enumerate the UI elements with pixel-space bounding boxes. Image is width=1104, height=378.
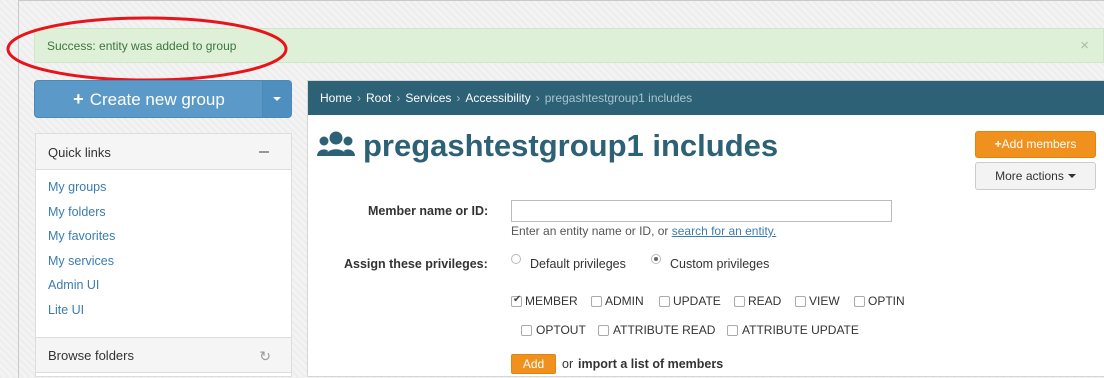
attribute-update-checkbox[interactable] — [727, 325, 738, 336]
quick-links-heading: Quick links — [36, 134, 291, 170]
assign-privileges-label: Assign these privileges: — [344, 257, 488, 271]
quick-link-my-groups[interactable]: My groups — [48, 180, 291, 205]
plus-icon: + — [994, 137, 1002, 151]
help-text: Enter an entity name or ID, or — [511, 224, 672, 238]
quick-link-admin-ui[interactable]: Admin UI — [48, 278, 291, 303]
browse-folders-heading: Browse folders ↻ — [36, 337, 291, 373]
add-members-button[interactable]: +Add members — [975, 131, 1096, 158]
create-group-dropdown-toggle[interactable] — [262, 81, 291, 117]
plus-icon: + — [73, 89, 84, 109]
browse-folders-title: Browse folders — [48, 348, 134, 363]
more-actions-label: More actions — [995, 169, 1064, 183]
create-group-label: Create new group — [89, 90, 225, 109]
collapse-icon[interactable] — [259, 151, 269, 153]
quick-link-my-services[interactable]: My services — [48, 254, 291, 279]
quick-link-lite-ui[interactable]: Lite UI — [48, 303, 291, 328]
users-icon — [317, 131, 355, 156]
search-entity-link[interactable]: search for an entity. — [672, 224, 777, 238]
update-checkbox[interactable] — [659, 296, 670, 307]
period-text: . — [713, 357, 717, 371]
update-checkbox-label[interactable]: UPDATE — [673, 294, 721, 308]
read-checkbox[interactable] — [734, 296, 745, 307]
breadcrumb-accessibility[interactable]: Accessibility — [465, 91, 530, 105]
default-privileges-label[interactable]: Default privileges — [530, 257, 626, 271]
quick-link-my-favorites[interactable]: My favorites — [48, 229, 291, 254]
member-name-label: Member name or ID: — [368, 204, 489, 218]
page-title-text: pregashtestgroup1 includes — [363, 128, 779, 163]
sidebar-panel: Quick links My groups My folders My favo… — [35, 133, 292, 377]
quick-link-my-folders[interactable]: My folders — [48, 205, 291, 230]
optin-checkbox[interactable] — [854, 296, 865, 307]
optout-checkbox-label[interactable]: OPTOUT — [536, 323, 586, 337]
caret-down-icon — [1067, 174, 1076, 178]
attribute-read-checkbox-label[interactable]: ATTRIBUTE READ — [613, 323, 715, 337]
attribute-read-checkbox[interactable] — [598, 325, 609, 336]
add-button[interactable]: Add — [511, 354, 556, 374]
breadcrumb-services[interactable]: Services — [405, 91, 451, 105]
custom-privileges-label[interactable]: Custom privileges — [670, 257, 769, 271]
optout-checkbox[interactable] — [521, 325, 532, 336]
admin-checkbox-label[interactable]: ADMIN — [605, 294, 644, 308]
view-checkbox[interactable] — [795, 296, 806, 307]
breadcrumb-separator: › — [535, 91, 540, 105]
breadcrumb: Home › Root › Services › Accessibility › pregash… — [308, 81, 1104, 115]
breadcrumb-separator: › — [357, 91, 362, 105]
breadcrumb-current: pregashtestgroup1 includes — [544, 91, 693, 105]
member-checkbox-label[interactable]: MEMBER — [525, 294, 578, 308]
member-checkbox[interactable] — [511, 294, 522, 307]
breadcrumb-root[interactable]: Root — [366, 91, 391, 105]
close-icon[interactable]: × — [1080, 37, 1089, 54]
refresh-icon[interactable]: ↻ — [259, 348, 271, 365]
or-text: or — [562, 357, 574, 371]
custom-privileges-radio[interactable] — [651, 254, 661, 264]
import-members-link[interactable]: import a list of members — [578, 357, 723, 371]
create-group-main[interactable]: + Create new group — [35, 81, 263, 117]
annotation-ellipse — [6, 16, 288, 82]
member-help-text: Enter an entity name or ID, or search fo… — [511, 224, 776, 238]
quick-links-title: Quick links — [48, 145, 111, 160]
main-content: Home › Root › Services › Accessibility › pregash… — [307, 80, 1104, 377]
member-name-input[interactable] — [511, 200, 892, 222]
default-privileges-radio[interactable] — [511, 254, 521, 264]
optin-checkbox-label[interactable]: OPTIN — [868, 294, 905, 308]
caret-down-icon — [273, 97, 281, 101]
breadcrumb-home[interactable]: Home — [320, 91, 352, 105]
breadcrumb-separator: › — [396, 91, 401, 105]
breadcrumb-separator: › — [456, 91, 461, 105]
attribute-update-checkbox-label[interactable]: ATTRIBUTE UPDATE — [742, 323, 859, 337]
more-actions-button[interactable]: More actions — [975, 162, 1096, 190]
read-checkbox-label[interactable]: READ — [748, 294, 781, 308]
create-group-button[interactable]: + Create new group — [34, 80, 292, 118]
view-checkbox-label[interactable]: VIEW — [809, 294, 840, 308]
add-members-label: Add members — [1001, 137, 1077, 151]
quick-links-list: My groups My folders My favorites My ser… — [36, 170, 291, 328]
page-title: pregashtestgroup1 includes — [317, 128, 778, 172]
admin-checkbox[interactable] — [591, 296, 602, 307]
